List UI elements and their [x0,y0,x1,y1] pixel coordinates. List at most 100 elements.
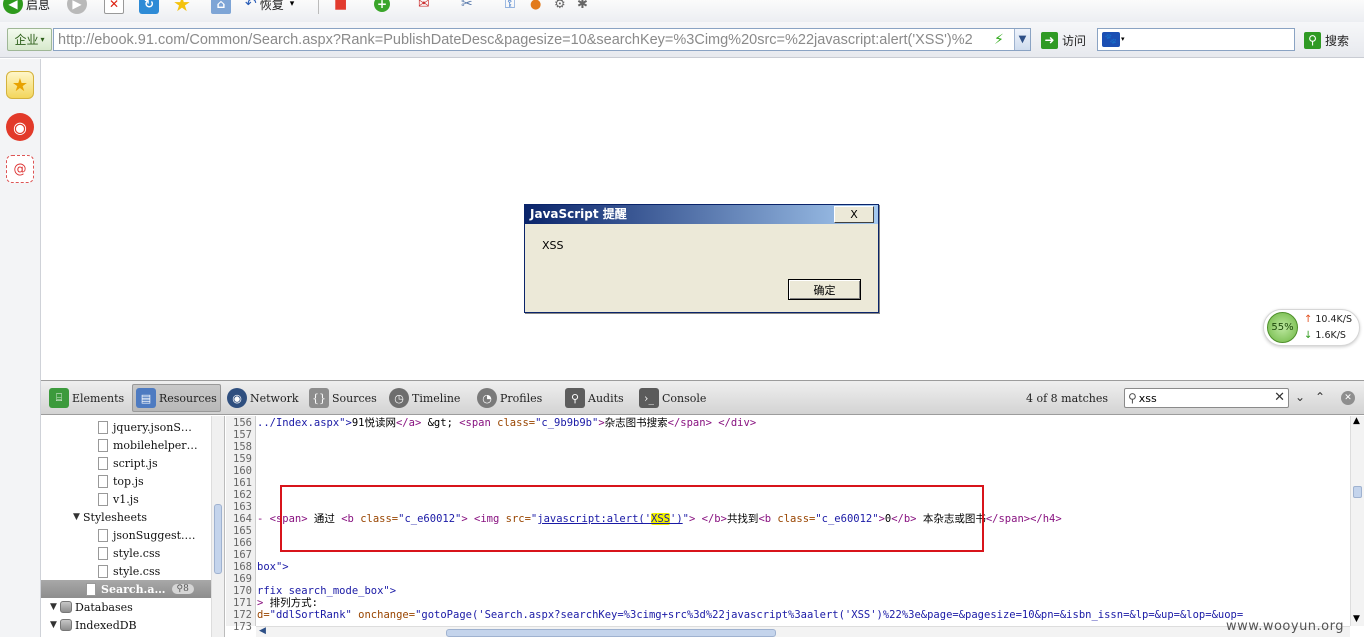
devtools-search-input[interactable] [1138,391,1269,405]
settings-button[interactable]: ⚙ [554,0,566,14]
home-page-button[interactable]: ⌂ [211,0,231,14]
close-devtools-icon[interactable]: ✕ [1341,391,1355,405]
tools-button[interactable]: ✂ [461,0,473,14]
tab-resources[interactable]: ▤ Resources [132,384,221,412]
tree-item-file[interactable]: v1.js [41,490,211,508]
triangle-down-icon[interactable]: ▼ [73,512,83,522]
code-token: </span> </div> [667,417,757,429]
tree-item-file[interactable]: mobilehelper… [41,436,211,454]
lightning-icon[interactable]: ⚡ [994,32,1004,48]
scroll-down-icon[interactable]: ▼ [1353,614,1360,624]
tab-network[interactable]: ◉ Network [224,384,302,412]
search-engine-input[interactable]: 🐾 ▾ [1097,28,1295,51]
restore-button[interactable]: ↶ 恢复 ▾ [245,0,294,14]
tree-item-file[interactable]: jquery.jsonS… [41,418,211,436]
refresh-button[interactable]: ↻ [139,0,159,14]
tree-scrollbar-thumb[interactable] [214,504,222,574]
tab-timeline[interactable]: ◷ Timeline [386,384,463,412]
triangle-down-icon[interactable]: ▼ [50,620,60,630]
line-number: 162 [233,489,252,501]
scroll-up-icon[interactable]: ▲ [1353,416,1360,426]
source-horizontal-scrollbar[interactable]: ◀ [256,626,1350,637]
mail-at-icon[interactable]: @ [6,155,34,183]
visit-button[interactable]: ➜ 访问 [1041,29,1086,51]
plugin-button[interactable]: ✱ [577,0,588,14]
key-icon: ⚿ [505,0,515,12]
tree-item-file[interactable]: script.js [41,454,211,472]
dialog-ok-button[interactable]: 确定 [788,279,861,300]
sources-icon: {} [309,388,329,408]
go-arrow-icon: ➜ [1041,31,1058,49]
favorites-button[interactable]: ★ [173,0,191,16]
search-button[interactable]: ⚲ 搜索 [1304,29,1349,51]
elements-icon: ⌸ [49,388,69,408]
enterprise-dropdown[interactable]: 企业 ▾ [7,28,52,51]
tree-item-file[interactable]: top.js [41,472,211,490]
source-vertical-scrollbar[interactable]: ▲ ▼ [1350,416,1364,626]
scroll-left-icon[interactable]: ◀ [259,626,266,636]
url-text[interactable]: http://ebook.91.com/Common/Search.aspx?R… [54,32,1004,48]
tree-item-label: top.js [113,474,144,488]
previous-match-button[interactable]: ⌃ [1315,390,1325,404]
console-icon: ›_ [639,388,659,408]
stop-button[interactable]: ✕ [104,0,124,14]
file-icon [98,528,108,542]
url-history-dropdown[interactable]: ▼ [1014,29,1030,50]
chevron-down-icon: ▾ [40,35,45,44]
left-sidebar: ★ ◉ @ [0,59,41,637]
vertical-scrollbar-thumb[interactable] [1353,486,1362,498]
code-token: onchange= [351,609,416,621]
weibo-icon[interactable]: ◉ [6,113,34,141]
dialog-close-button[interactable]: X [834,206,874,223]
devtools-search-box[interactable]: ⚲ ✕ [1124,388,1289,408]
forward-button[interactable]: ▶ [67,0,87,14]
tree-item-selected-document[interactable]: Search.a… ⚲8 [41,580,211,598]
refresh-icon: ↻ [139,0,159,14]
tab-sources[interactable]: {} Sources [306,384,380,412]
code-line-156: ../Index.aspx">91悦读网</a> &gt; <span clas… [257,417,756,429]
tree-folder-indexeddb[interactable]: ▼ IndexedDB [41,616,211,634]
tree-item-file[interactable]: jsonSuggest.… [41,526,211,544]
search-icon: ⚲ [1128,391,1137,405]
line-number: 168 [233,561,252,573]
chevron-down-icon: ▾ [289,0,295,9]
back-arrow-icon: ◀ [3,0,23,14]
triangle-down-icon[interactable]: ▼ [50,602,60,612]
home-button[interactable]: ◀ 启息 [3,0,50,14]
tree-item-label: style.css [113,564,161,578]
bug-icon: ✱ [577,0,588,12]
tree-folder-databases[interactable]: ▼ Databases [41,598,211,616]
tree-folder-stylesheets[interactable]: ▼ Stylesheets [41,508,211,526]
extension-button[interactable]: ● [530,0,541,14]
favorites-star-icon[interactable]: ★ [6,71,34,99]
clear-search-icon[interactable]: ✕ [1274,390,1285,405]
file-icon [98,456,108,470]
tab-audits[interactable]: ⚲ Audits [562,384,627,412]
apps-icon: ■ [334,0,348,12]
network-speed-widget[interactable]: 55% ↑ 10.4K/S ↓ 1.6K/S [1263,309,1360,346]
tab-label: Resources [159,391,217,405]
home-label: 启息 [26,0,51,12]
tab-console[interactable]: ›_ Console [636,384,709,412]
visit-label: 访问 [1062,33,1087,48]
next-match-button[interactable]: ⌄ [1295,390,1305,404]
add-button[interactable]: + [374,0,390,14]
url-input[interactable]: http://ebook.91.com/Common/Search.aspx?R… [53,28,1031,51]
tab-elements[interactable]: ⌸ Elements [46,384,127,412]
apps-button[interactable]: ■ [334,0,347,14]
tab-profiles[interactable]: ◔ Profiles [474,384,545,412]
tree-item-file[interactable]: style.css [41,562,211,580]
key-button[interactable]: ⚿ [505,0,515,14]
browser-toolbar: ◀ 启息 ▶ ✕ ↻ ★ ⌂ ↶ 恢复 ▾ ■ + ✉ ✂ ⚿ ● ⚙ ✱ [0,0,1364,22]
tab-label: Network [250,391,299,405]
tree-item-file[interactable]: style.css [41,544,211,562]
javascript-alert-dialog: JavaScript 提醒 X XSS 确定 [524,204,879,313]
database-icon [60,619,72,631]
baidu-paw-icon[interactable]: 🐾 [1102,32,1120,47]
audits-icon: ⚲ [565,388,585,408]
tree-scrollbar[interactable] [211,416,224,637]
tree-item-label: IndexedDB [75,618,137,632]
line-number: 158 [233,441,252,453]
horizontal-scrollbar-thumb[interactable] [446,629,776,637]
mail-button[interactable]: ✉ [418,0,430,14]
